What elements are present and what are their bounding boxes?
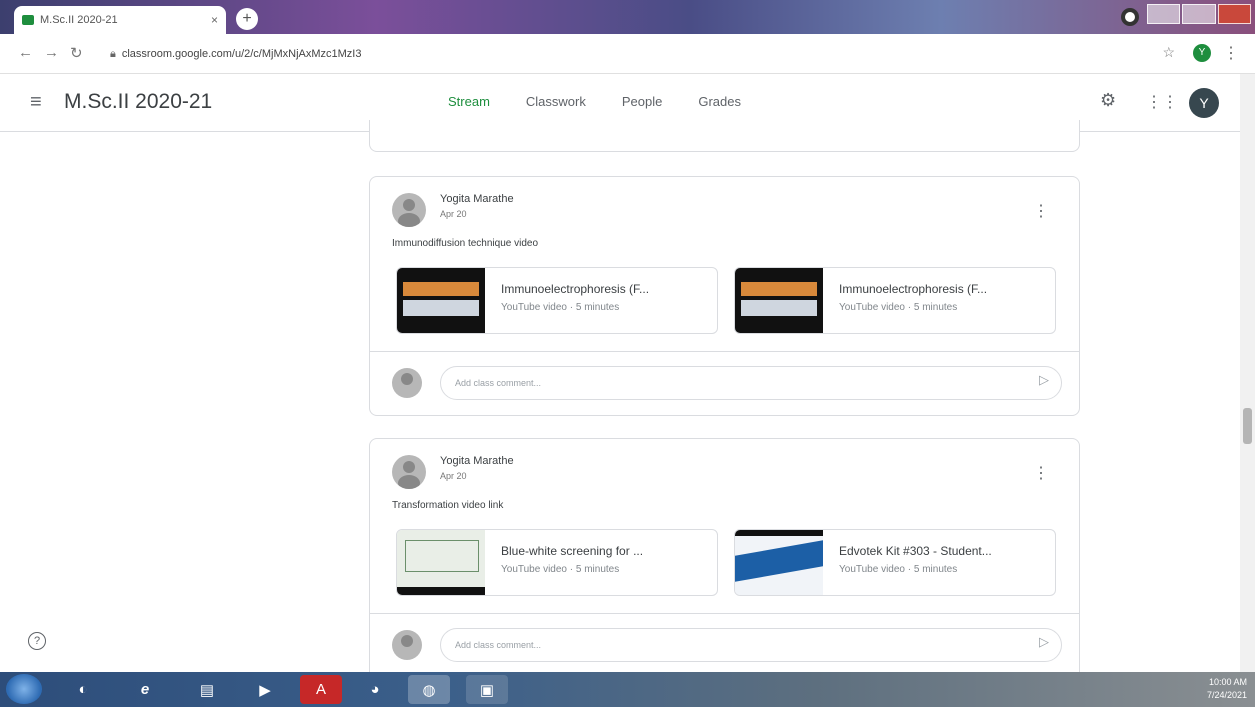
video-thumbnail bbox=[397, 530, 485, 595]
attachment-subtitle: YouTube video · 5 minutes bbox=[839, 564, 958, 575]
classroom-favicon-icon bbox=[22, 15, 34, 25]
post-header: Yogita Marathe Apr 20 bbox=[392, 193, 514, 227]
address-bar: ← → ↻ 🔒︎ classroom.google.com/u/2/c/MjMx… bbox=[0, 34, 1255, 74]
main-menu-icon[interactable]: ≡ bbox=[30, 91, 42, 114]
author-avatar bbox=[392, 193, 426, 227]
media-player-icon[interactable]: ◐ bbox=[62, 675, 104, 704]
system-tray-clock[interactable]: 10:00 AM 7/24/2021 bbox=[1207, 676, 1247, 702]
send-icon[interactable]: ▷ bbox=[1039, 634, 1049, 650]
post-options-icon[interactable]: ⋮ bbox=[1033, 201, 1049, 221]
youtube-attachment[interactable]: Blue-white screening for ... YouTube vid… bbox=[396, 529, 718, 596]
previous-post-card bbox=[369, 120, 1080, 152]
stream-post: Yogita Marathe Apr 20 ⋮ Transformation v… bbox=[369, 438, 1080, 688]
video-thumbnail bbox=[735, 530, 823, 595]
comment-row: Add class comment... ▷ bbox=[370, 351, 1079, 415]
attachment-title: Immunoelectrophoresis (F... bbox=[501, 282, 650, 296]
youtube-attachment[interactable]: Edvotek Kit #303 - Student... YouTube vi… bbox=[734, 529, 1056, 596]
post-text: Transformation video link bbox=[392, 500, 504, 511]
post-text: Immunodiffusion technique video bbox=[392, 238, 539, 249]
lock-icon: 🔒︎ bbox=[110, 47, 116, 60]
internet-explorer-icon[interactable]: e bbox=[124, 675, 166, 704]
commenter-avatar bbox=[392, 630, 422, 660]
post-options-icon[interactable]: ⋮ bbox=[1033, 463, 1049, 483]
post-author: Yogita Marathe bbox=[440, 193, 514, 205]
comment-row: Add class comment... ▷ bbox=[370, 613, 1079, 677]
post-header: Yogita Marathe Apr 20 bbox=[392, 455, 514, 489]
attachment-subtitle: YouTube video · 5 minutes bbox=[501, 564, 620, 575]
new-tab-button[interactable]: + bbox=[236, 8, 258, 30]
class-title[interactable]: M.Sc.II 2020-21 bbox=[64, 90, 212, 114]
stream-post: Yogita Marathe Apr 20 ⋮ Immunodiffusion … bbox=[369, 176, 1080, 416]
attachment-subtitle: YouTube video · 5 minutes bbox=[839, 302, 958, 313]
windows-start-button[interactable] bbox=[6, 674, 42, 704]
apps-grid-icon[interactable]: ⋮⋮ bbox=[1146, 92, 1178, 112]
class-comment-input[interactable]: Add class comment... bbox=[440, 366, 1062, 400]
tab-close-icon[interactable]: × bbox=[211, 13, 218, 27]
attachment-title: Immunoelectrophoresis (F... bbox=[839, 282, 988, 296]
file-explorer-icon[interactable]: ▤ bbox=[186, 675, 228, 704]
windows-media-icon[interactable]: ▶ bbox=[244, 675, 286, 704]
back-icon[interactable]: ← bbox=[18, 44, 33, 61]
scrollbar-track[interactable] bbox=[1240, 74, 1255, 674]
scrollbar-thumb[interactable] bbox=[1243, 408, 1252, 444]
browser-tab-title: M.Sc.II 2020-21 bbox=[40, 14, 118, 26]
forward-icon[interactable]: → bbox=[44, 44, 59, 61]
bookmark-star-icon[interactable]: ☆ bbox=[1162, 44, 1175, 61]
app-window-icon[interactable]: ▣ bbox=[466, 675, 508, 704]
youtube-attachment[interactable]: Immunoelectrophoresis (F... YouTube vide… bbox=[734, 267, 1056, 334]
author-avatar bbox=[392, 455, 426, 489]
account-avatar[interactable]: Y bbox=[1189, 88, 1219, 118]
help-icon[interactable]: ? bbox=[28, 632, 46, 650]
maximize-button[interactable] bbox=[1182, 4, 1216, 24]
browser-menu-icon[interactable]: ⋮ bbox=[1223, 43, 1239, 63]
send-icon[interactable]: ▷ bbox=[1039, 372, 1049, 388]
browser-tab[interactable]: M.Sc.II 2020-21 × bbox=[14, 6, 226, 34]
window-controls bbox=[1147, 4, 1251, 24]
close-window-button[interactable] bbox=[1217, 4, 1251, 24]
post-date: Apr 20 bbox=[440, 471, 467, 481]
windows-taskbar: ◐ e ▤ ▶ A ◕ ◍ ▣ 10:00 AM 7/24/2021 bbox=[0, 672, 1255, 707]
url-text: classroom.google.com/u/2/c/MjMxNjAxMzc1M… bbox=[121, 48, 362, 60]
browser-tab-bar: M.Sc.II 2020-21 × + bbox=[0, 0, 1255, 34]
youtube-attachment[interactable]: Immunoelectrophoresis (F... YouTube vide… bbox=[396, 267, 718, 334]
reload-icon[interactable]: ↻ bbox=[70, 44, 83, 62]
video-thumbnail bbox=[397, 268, 485, 333]
post-date: Apr 20 bbox=[440, 209, 467, 219]
class-comment-input[interactable]: Add class comment... bbox=[440, 628, 1062, 662]
post-author: Yogita Marathe bbox=[440, 455, 514, 467]
chrome-icon[interactable]: ◍ bbox=[408, 675, 450, 704]
attachment-subtitle: YouTube video · 5 minutes bbox=[501, 302, 620, 313]
acrobat-icon[interactable]: A bbox=[300, 675, 342, 704]
clock-date: 7/24/2021 bbox=[1206, 690, 1247, 700]
attachment-title: Blue-white screening for ... bbox=[501, 544, 644, 558]
minimize-button[interactable] bbox=[1147, 4, 1181, 24]
browser-profile-icon[interactable] bbox=[1121, 8, 1139, 26]
firefox-icon[interactable]: ◕ bbox=[354, 675, 396, 704]
commenter-avatar bbox=[392, 368, 422, 398]
clock-time: 10:00 AM bbox=[1208, 677, 1247, 687]
video-thumbnail bbox=[735, 268, 823, 333]
profile-avatar-icon[interactable]: Y bbox=[1193, 44, 1211, 62]
settings-gear-icon[interactable]: ⚙ bbox=[1100, 90, 1116, 111]
attachment-title: Edvotek Kit #303 - Student... bbox=[839, 544, 992, 558]
url-field[interactable]: 🔒︎ classroom.google.com/u/2/c/MjMxNjAxMz… bbox=[110, 42, 1150, 66]
